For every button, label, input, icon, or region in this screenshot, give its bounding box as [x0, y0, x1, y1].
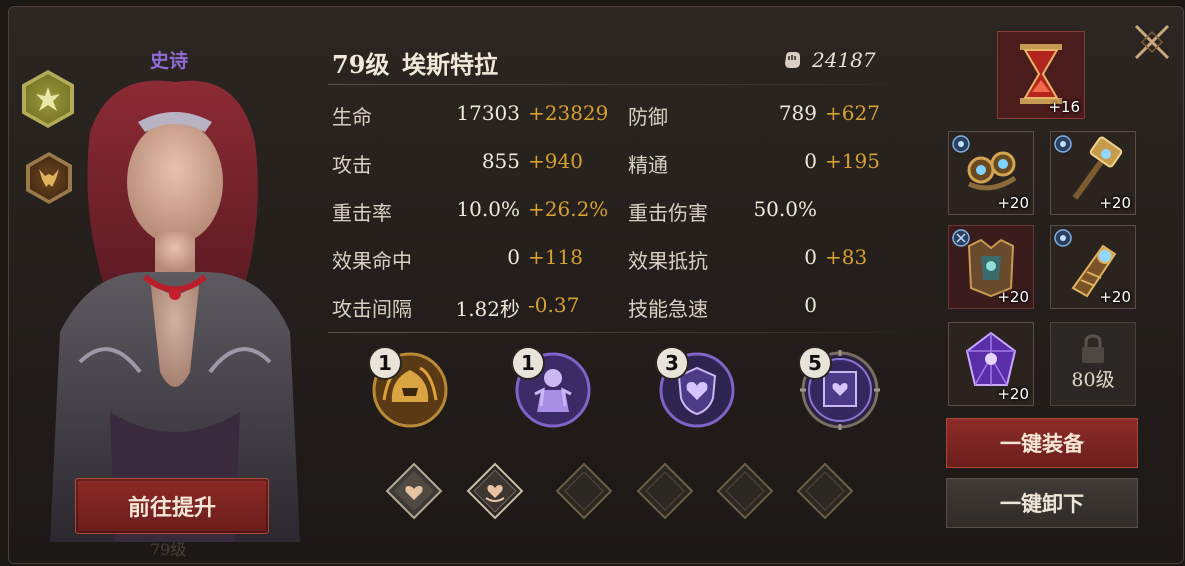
unequip-all-button[interactable]: 一键卸下: [946, 478, 1138, 528]
stat-label: 防御: [628, 105, 668, 129]
stat-bonus: +118: [528, 245, 583, 269]
close-icon: [1134, 24, 1170, 60]
stat-bonus: +23829: [528, 101, 609, 125]
empty-gem-slot-icon[interactable]: [796, 462, 854, 520]
power-fist-icon: [785, 52, 800, 68]
stat-label: 生命: [332, 105, 372, 129]
empty-gem-slot-icon[interactable]: [555, 462, 613, 520]
item-enhance-level: +16: [1048, 98, 1080, 116]
stats-divider: [328, 332, 916, 333]
equipment-slot[interactable]: +20: [948, 322, 1034, 406]
unlock-level-label: 80级: [1071, 369, 1115, 391]
equipment-slot[interactable]: +20: [1050, 225, 1136, 309]
empty-gem-slot-icon[interactable]: [716, 462, 774, 520]
equipment-slot[interactable]: +20: [948, 225, 1034, 309]
relic-slot[interactable]: +16: [997, 31, 1085, 119]
header-divider: [328, 84, 916, 85]
skill-slot[interactable]: 1: [368, 346, 450, 430]
heart-rune-gem-icon[interactable]: [466, 462, 524, 520]
rune-socket-icon: [952, 229, 970, 247]
skill-slot[interactable]: 1: [511, 346, 593, 430]
stat-base: 0: [507, 245, 520, 269]
locked-equipment-slot[interactable]: 80级: [1050, 322, 1136, 406]
stat-label: 效果抵抗: [628, 249, 708, 273]
equipment-slot[interactable]: +20: [1050, 131, 1136, 215]
rune-socket-icon: [1054, 229, 1072, 247]
stat-label: 攻击间隔: [332, 297, 412, 321]
stat-bonus: +83: [825, 245, 868, 269]
heart-gem-icon[interactable]: [385, 462, 443, 520]
stat-bonus: +195: [825, 149, 880, 173]
close-button[interactable]: [1128, 18, 1176, 66]
stat-label: 重击伤害: [628, 201, 708, 225]
stat-base: 50.0%: [753, 197, 817, 221]
promote-button[interactable]: 前往提升: [75, 478, 269, 534]
stat-label: 效果命中: [332, 249, 412, 273]
stat-label: 精通: [628, 153, 668, 177]
stat-label: 攻击: [332, 153, 372, 177]
stat-bonus: -0.37: [528, 293, 580, 317]
padlock-icon: [1082, 334, 1104, 363]
item-enhance-level: +20: [1099, 194, 1131, 212]
stat-label: 重击率: [332, 201, 392, 225]
stat-base: 0: [804, 149, 817, 173]
item-enhance-level: +20: [997, 194, 1029, 212]
stat-base: 17303: [456, 101, 520, 125]
hero-level: 79级: [332, 50, 390, 79]
rune-socket-icon: [1054, 135, 1072, 153]
item-enhance-level: +20: [1099, 288, 1131, 306]
stat-label: 技能急速: [628, 297, 708, 321]
stat-base: 0: [804, 245, 817, 269]
skill-level-badge: 1: [368, 346, 402, 380]
skill-level-badge: 3: [655, 346, 689, 380]
equip-all-button[interactable]: 一键装备: [946, 418, 1138, 468]
empty-gem-slot-icon[interactable]: [636, 462, 694, 520]
item-enhance-level: +20: [997, 288, 1029, 306]
skill-slot[interactable]: 3: [655, 346, 737, 430]
stat-bonus: +940: [528, 149, 583, 173]
skill-level-badge: 1: [511, 346, 545, 380]
stat-bonus: +26.2%: [528, 197, 609, 221]
stat-base: 855: [481, 149, 520, 173]
stat-base: 789: [778, 101, 817, 125]
stat-bonus: +627: [825, 101, 880, 125]
item-enhance-level: +20: [997, 385, 1029, 403]
hero-name: 埃斯特拉: [402, 50, 498, 79]
equipment-slot[interactable]: +20: [948, 131, 1034, 215]
skill-level-badge: 5: [798, 346, 832, 380]
combat-power-value: 24187: [812, 48, 876, 72]
skill-slot[interactable]: 5: [798, 346, 880, 430]
stat-base: 0: [804, 293, 817, 317]
stat-base: 1.82秒: [455, 297, 520, 321]
rune-socket-icon: [952, 135, 970, 153]
hero-portrait: [50, 80, 300, 542]
rarity-label: 史诗: [150, 50, 189, 72]
stat-base: 10.0%: [456, 197, 520, 221]
